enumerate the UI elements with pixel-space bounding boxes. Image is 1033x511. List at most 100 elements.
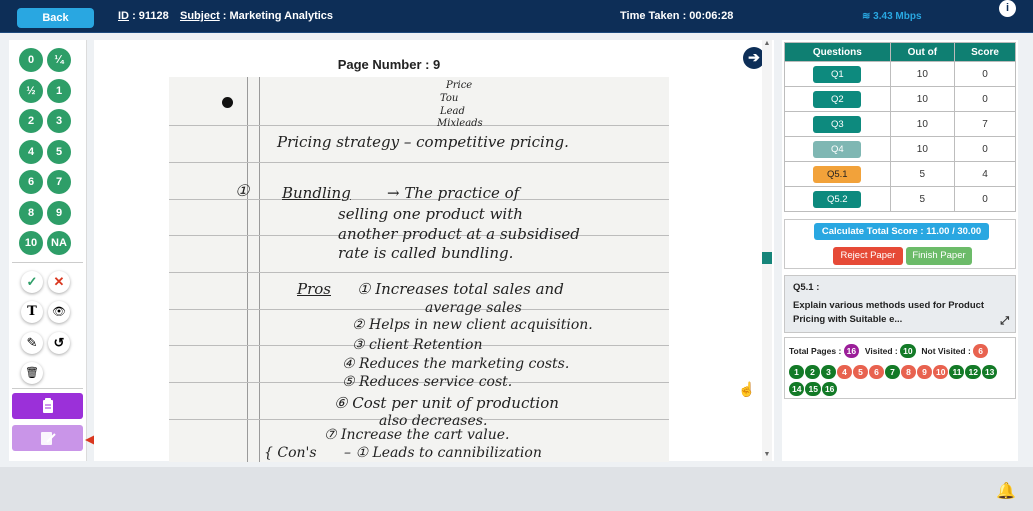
mark-5-button[interactable]: 5 [47,140,71,164]
mark-4-button[interactable]: 4 [19,140,43,164]
handwriting-line: – ① Leads to cannibilization [344,445,542,461]
handwriting-line: Price [446,80,473,91]
question-id: Q5.1 : [793,282,820,293]
text-tool-icon[interactable]: T [21,301,43,323]
page-pill-7[interactable]: 7 [885,365,900,379]
scores-table: Questions Out of Score Q1 10 0 Q2 10 0 Q… [784,42,1016,212]
bell-icon[interactable]: 🔔 [996,481,1016,503]
divider [12,388,83,389]
question-preview: Q5.1 : Explain various methods used for … [784,275,1016,333]
score-cell: 0 [954,186,1016,212]
bottom-bar [0,467,1033,511]
question-button-q2[interactable]: Q2 [813,90,862,108]
handwriting-line: ⑤ Reduces service cost. [342,374,513,390]
mark-half-button[interactable]: ½ [19,79,43,103]
expand-icon[interactable]: ⤢ [1000,314,1009,328]
score-cell: 7 [954,111,1016,137]
page-pill-10[interactable]: 10 [933,365,949,379]
page-pill-8[interactable]: 8 [901,365,916,379]
question-button-q3[interactable]: Q3 [813,115,862,133]
out-of-cell: 10 [889,61,956,87]
speed-value: 3.43 Mbps [873,11,922,22]
mark-2-button[interactable]: 2 [19,109,43,133]
mark-10-button[interactable]: 10 [19,231,43,255]
page-pill-15[interactable]: 15 [805,382,821,396]
page-pill-5[interactable]: 5 [853,365,868,379]
table-row: Q1 10 0 [784,61,1016,87]
table-row: Q5.2 5 0 [784,186,1016,212]
ruled-line [169,125,669,126]
paper-id: ID : 91128 [118,10,169,22]
table-row: Q2 10 0 [784,86,1016,112]
mark-6-button[interactable]: 6 [19,170,43,194]
reject-paper-button[interactable]: Reject Paper [833,247,903,265]
table-row: Q4 10 0 [784,136,1016,162]
question-text: Explain various methods used for Product… [793,300,985,325]
actions-box: Calculate Total Score : 11.00 / 30.00 Re… [784,219,1016,269]
total-pages-label: Total Pages : [789,346,842,356]
question-button-q4[interactable]: Q4 [813,140,862,158]
column-header: Score [954,42,1016,62]
page-pill-16[interactable]: 16 [821,382,838,396]
page-pill-4[interactable]: 4 [837,365,852,379]
out-of-cell: 10 [889,136,956,162]
handwriting-line: another product at a subsidised [338,225,580,243]
page-pill-12[interactable]: 12 [965,365,981,379]
mark-9-button[interactable]: 9 [47,201,71,225]
ruled-line [169,309,669,310]
mark-1-button[interactable]: 1 [47,79,71,103]
undo-icon[interactable]: ↺ [48,332,70,354]
mark-3-button[interactable]: 3 [47,109,71,133]
score-panel: Questions Out of Score Q1 10 0 Q2 10 0 Q… [782,40,1018,461]
page-pill-6[interactable]: 6 [869,365,884,379]
id-value: : 91128 [132,10,169,22]
clipboard-button[interactable] [12,393,83,419]
handwriting-line: ① Increases total sales and [357,280,564,298]
page-pill-11[interactable]: 11 [949,365,965,379]
total-pages-badge: 16 [843,344,860,358]
score-cell: 4 [954,161,1016,187]
handwriting-line: Pros [297,280,331,298]
mark-7-button[interactable]: 7 [47,170,71,194]
column-header: Out of [889,42,956,62]
handwriting-line: ④ Reduces the marketing costs. [342,356,570,372]
page-pill-9[interactable]: 9 [917,365,932,379]
page-pill-3[interactable]: 3 [821,365,836,379]
answer-sheet-image[interactable]: Price Tou Lead Mixleads Pricing strategy… [169,77,669,462]
calculate-score-button[interactable]: Calculate Total Score : 11.00 / 30.00 [814,223,989,240]
page-pill-1[interactable]: 1 [789,365,804,379]
scroll-down-icon[interactable]: ▼ [762,451,772,461]
question-button-q5-2[interactable]: Q5.2 [813,190,862,208]
edit-sheet-button[interactable] [12,425,83,451]
scroll-thumb[interactable] [762,252,772,264]
handwriting-line: ① [235,181,250,200]
cross-icon[interactable]: ✕ [48,271,70,293]
mark-8-button[interactable]: 8 [19,201,43,225]
handwriting-line: Bundling [282,184,351,202]
id-label: ID [118,10,129,22]
eye-icon[interactable]: 👁 [48,301,70,323]
mark-0-button[interactable]: 0 [19,48,43,72]
finish-paper-button[interactable]: Finish Paper [906,247,972,265]
handwriting-line: Mixleads [437,118,483,129]
check-icon[interactable]: ✓ [21,271,43,293]
handwriting-line: { Con's [264,445,317,461]
pen-icon[interactable]: ✎ [21,332,43,354]
mark-quarter-button[interactable]: ¼ [47,48,71,72]
page-pill-14[interactable]: 14 [789,382,805,396]
page-number: Page Number : 9 [337,57,441,72]
punch-hole [222,97,233,108]
question-button-q5-1[interactable]: Q5.1 [813,165,862,183]
page-pill-2[interactable]: 2 [805,365,820,379]
info-icon[interactable]: i [999,0,1016,17]
mark-na-button[interactable]: NA [47,231,71,255]
score-cell: 0 [954,61,1016,87]
not-visited-badge: 6 [973,344,989,358]
question-button-q1[interactable]: Q1 [813,65,862,83]
scrollbar[interactable] [762,40,772,461]
margin-line [259,77,260,462]
back-button[interactable]: Back [17,8,94,28]
page-pill-13[interactable]: 13 [981,365,998,379]
trash-icon[interactable]: 🗑 [21,362,43,384]
scroll-up-icon[interactable]: ▲ [762,40,772,50]
